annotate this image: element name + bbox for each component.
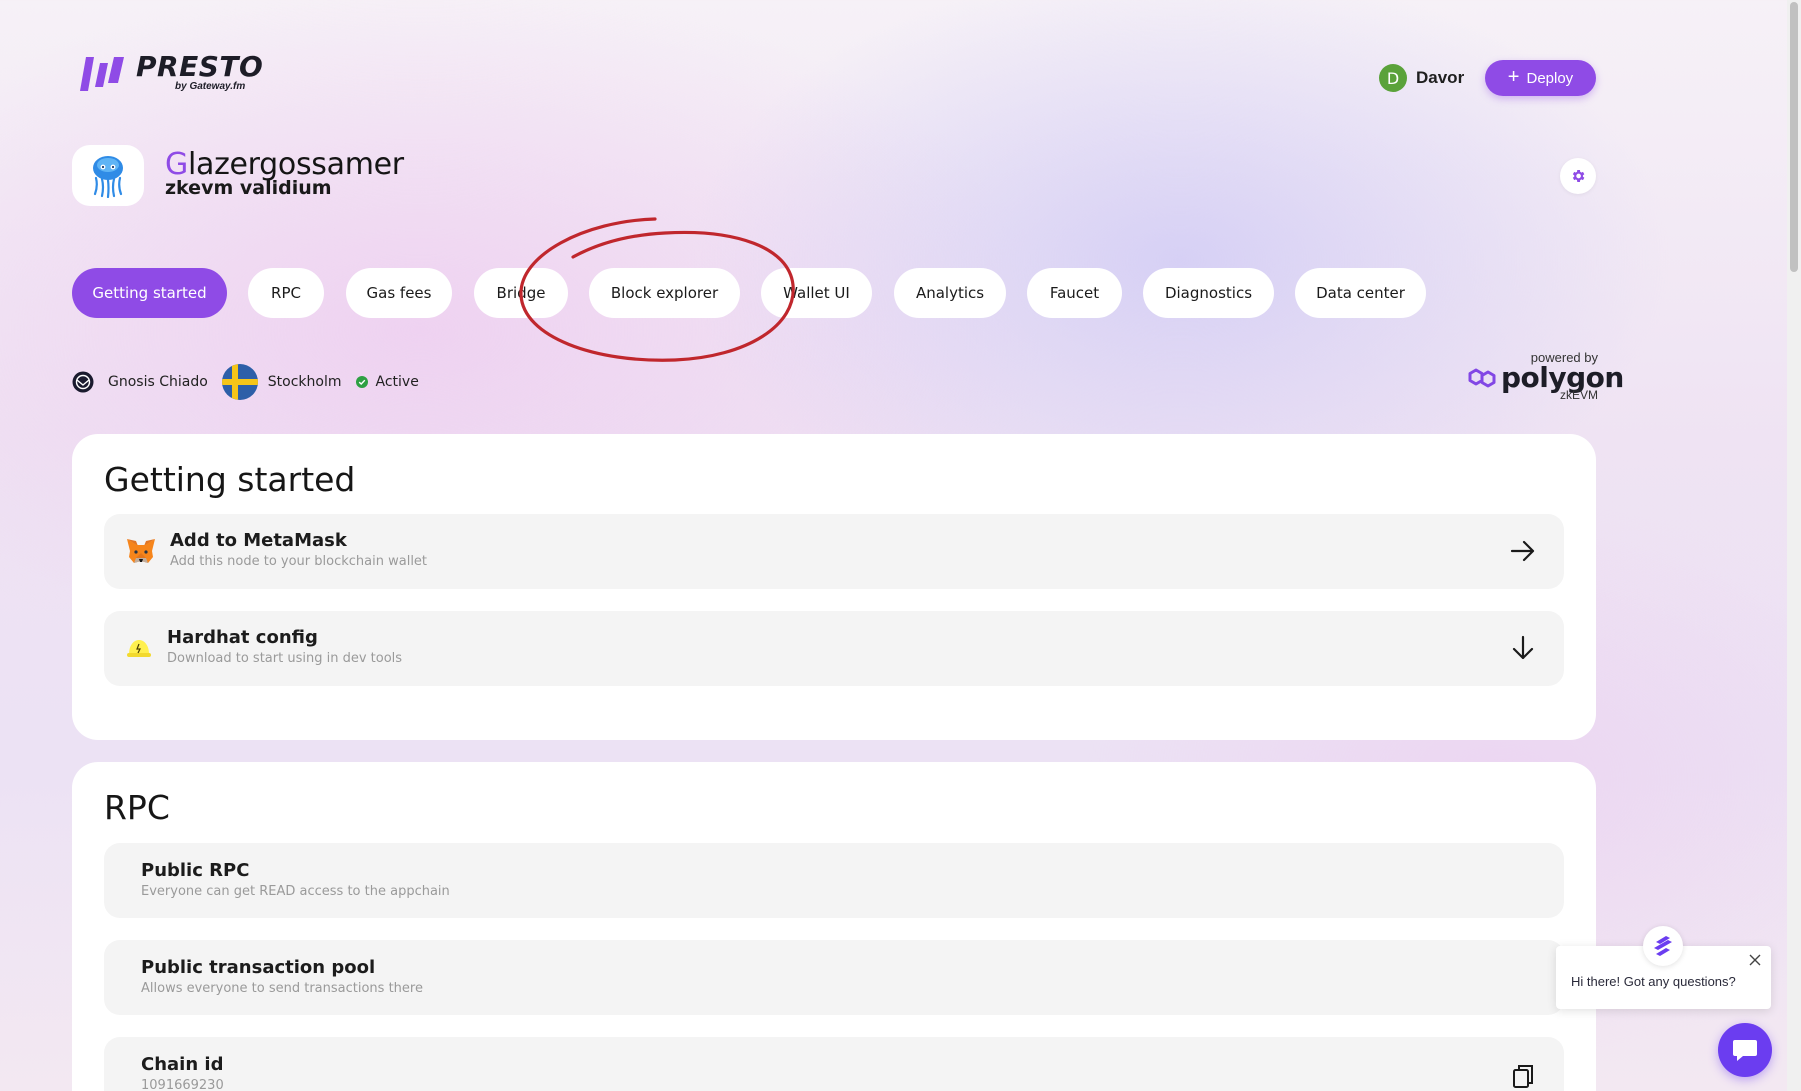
presto-logo[interactable]: PRESTO by Gateway.fm — [80, 50, 263, 95]
deploy-button[interactable]: + Deploy — [1485, 60, 1596, 96]
presto-logo-mark-icon — [80, 57, 124, 91]
public-transaction-pool-row[interactable]: Public transaction pool Allows everyone … — [104, 940, 1564, 1015]
network-info: Gnosis Chiado — [72, 371, 208, 393]
network-name: Gnosis Chiado — [108, 374, 208, 390]
tab-data-center[interactable]: Data center — [1295, 268, 1426, 318]
metamask-fox-icon — [127, 539, 155, 563]
sweden-flag-icon — [221, 364, 258, 400]
chain-id-value: 1091669230 — [141, 1078, 224, 1091]
row-title: Chain id — [141, 1054, 224, 1075]
brand-byline: by Gateway.fm — [175, 81, 246, 92]
chat-greeting-text: Hi there! Got any questions? — [1571, 974, 1736, 989]
row-title: Hardhat config — [167, 627, 318, 648]
chat-agent-avatar — [1643, 926, 1683, 966]
powered-by-polygon: powered by polygon zkEVM — [1466, 350, 1624, 406]
copy-icon[interactable] — [1508, 1061, 1538, 1091]
tab-block-explorer[interactable]: Block explorer — [589, 268, 740, 318]
arrow-right-icon[interactable] — [1508, 536, 1538, 566]
close-icon[interactable] — [1747, 952, 1763, 968]
metamask-row[interactable]: Add to MetaMask Add this node to your bl… — [104, 514, 1564, 589]
tab-getting-started[interactable]: Getting started — [72, 268, 227, 318]
location-name: Stockholm — [267, 374, 342, 390]
user-menu[interactable]: D Davor — [1379, 63, 1464, 93]
tab-bridge[interactable]: Bridge — [474, 268, 568, 318]
gear-icon — [1572, 170, 1585, 182]
rpc-card: RPC Public RPC Everyone can get READ acc… — [72, 762, 1596, 1091]
deploy-label: Deploy — [1526, 69, 1574, 87]
chat-icon — [1733, 1040, 1757, 1061]
tab-wallet-ui[interactable]: Wallet UI — [761, 268, 872, 318]
brand-name: PRESTO — [136, 50, 264, 83]
location-info: Stockholm — [221, 364, 342, 400]
row-subtitle: Download to start using in dev tools — [167, 651, 403, 666]
plus-icon: + — [1507, 66, 1520, 88]
page-scrollbar[interactable] — [1787, 0, 1801, 1091]
row-title: Add to MetaMask — [170, 530, 347, 551]
row-title: Public RPC — [141, 860, 250, 881]
user-name: Davor — [1416, 68, 1465, 87]
jellyfish-icon — [93, 155, 123, 198]
settings-button[interactable] — [1560, 158, 1596, 194]
gnosis-icon — [72, 371, 94, 393]
getting-started-card: Getting started Add to MetaMask Add this… — [72, 434, 1596, 740]
gateway-logo-icon — [1654, 936, 1672, 956]
status-text: Active — [375, 374, 419, 390]
row-title: Public transaction pool — [141, 957, 376, 978]
hardhat-icon — [127, 640, 151, 657]
section-title-getting-started: Getting started — [104, 460, 356, 499]
status-badge: Active — [355, 374, 419, 390]
chat-launcher-button[interactable] — [1718, 1023, 1772, 1077]
polygon-logo-icon — [1468, 368, 1496, 388]
hardhat-row[interactable]: Hardhat config Download to start using i… — [104, 611, 1564, 686]
chain-type: zkevm validium — [165, 177, 332, 199]
avatar: D — [1379, 64, 1407, 92]
section-title-rpc: RPC — [104, 788, 170, 827]
chain-id-row: Chain id 1091669230 — [104, 1037, 1564, 1091]
check-circle-icon — [355, 376, 368, 388]
chain-meta: Gnosis Chiado Stockholm Active — [72, 364, 419, 400]
row-subtitle: Allows everyone to send transactions the… — [141, 981, 423, 996]
public-rpc-row[interactable]: Public RPC Everyone can get READ access … — [104, 843, 1564, 918]
tab-faucet[interactable]: Faucet — [1027, 268, 1122, 318]
scrollbar-thumb[interactable] — [1790, 2, 1798, 272]
tab-diagnostics[interactable]: Diagnostics — [1143, 268, 1274, 318]
tab-gas-fees[interactable]: Gas fees — [346, 268, 452, 318]
row-subtitle: Add this node to your blockchain wallet — [170, 554, 428, 569]
row-subtitle: Everyone can get READ access to the appc… — [141, 884, 450, 899]
chain-avatar — [72, 145, 144, 206]
tab-rpc[interactable]: RPC — [248, 268, 324, 318]
tab-analytics[interactable]: Analytics — [894, 268, 1006, 318]
polygon-product: zkEVM — [1559, 388, 1598, 402]
arrow-down-icon[interactable] — [1508, 633, 1538, 663]
